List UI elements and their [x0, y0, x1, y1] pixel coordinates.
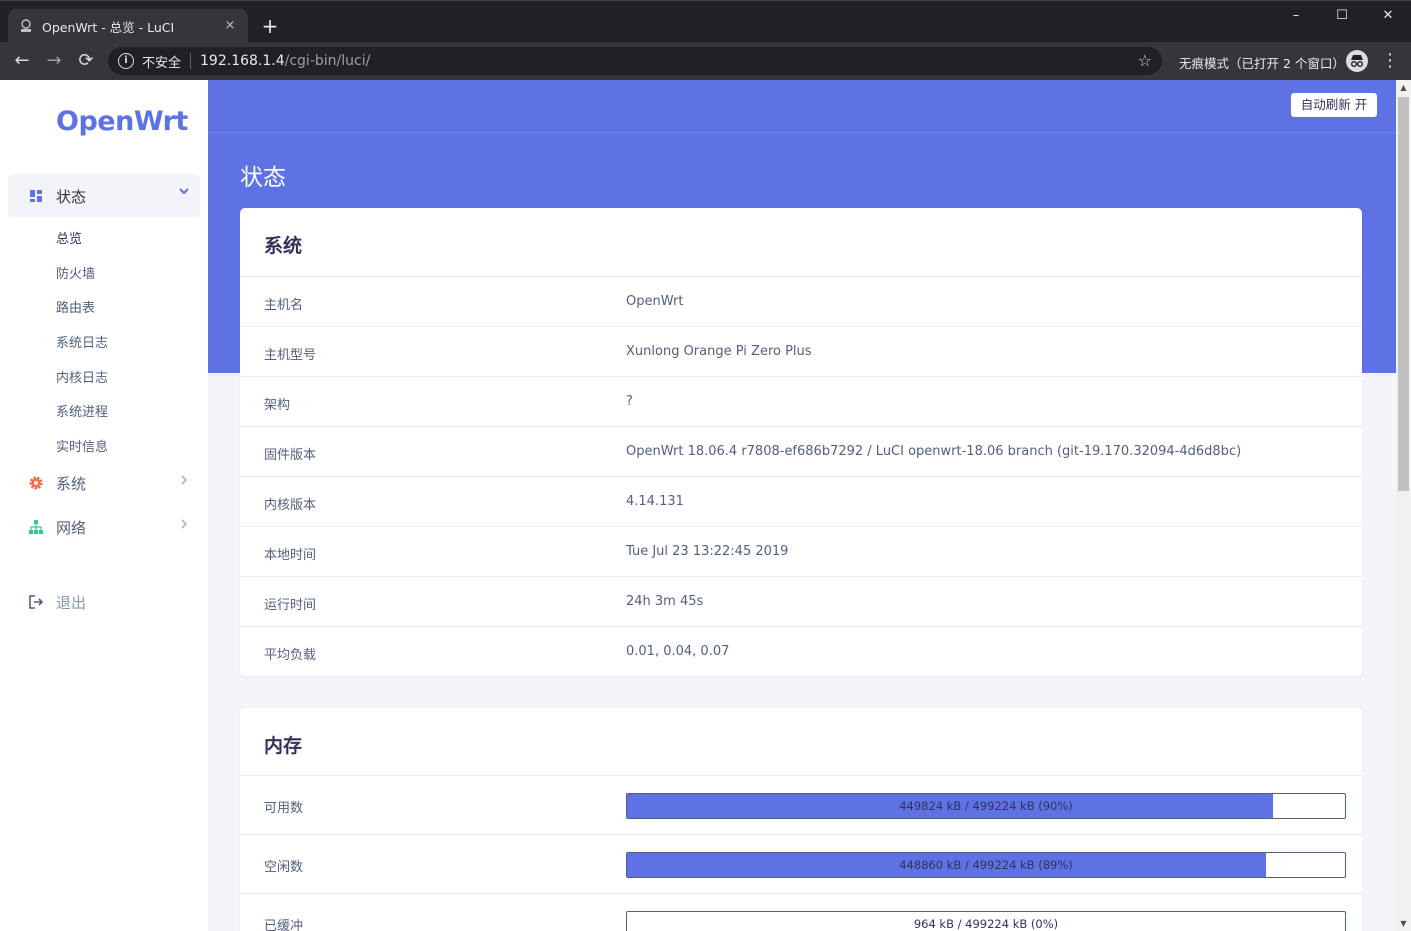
- table-row: 主机型号 Xunlong Orange Pi Zero Plus: [240, 326, 1362, 376]
- row-label: 内核版本: [264, 498, 317, 513]
- progress-label: 448860 kB / 499224 kB (89%): [899, 858, 1073, 872]
- row-label: 本地时间: [264, 548, 317, 563]
- memory-card: 内存 可用数 449824 kB / 499224 kB (90%) 空闲数 4…: [240, 708, 1362, 931]
- address-bar[interactable]: i 不安全 192.168.1.4 /cgi-bin/luci/ ☆: [108, 47, 1162, 75]
- network-icon: [28, 519, 44, 535]
- incognito-icon[interactable]: [1346, 50, 1368, 72]
- insecure-label[interactable]: 不安全: [142, 52, 181, 71]
- minimize-button[interactable]: –: [1273, 5, 1319, 27]
- table-row: 运行时间 24h 3m 45s: [240, 576, 1362, 626]
- row-value: Xunlong Orange Pi Zero Plus: [626, 344, 812, 359]
- table-row: 固件版本 OpenWrt 18.06.4 r7808-ef686b7292 / …: [240, 426, 1362, 476]
- sidebar-item-network[interactable]: 网络: [8, 507, 200, 547]
- new-tab-button[interactable]: +: [258, 14, 282, 38]
- system-card: 系统 主机名 OpenWrt 主机型号 Xunlong Orange Pi Ze…: [240, 208, 1362, 676]
- star-icon[interactable]: ☆: [1138, 51, 1152, 70]
- table-row: 平均负载 0.01, 0.04, 0.07: [240, 626, 1362, 676]
- chevron-right-icon: [178, 518, 190, 534]
- table-row: 本地时间 Tue Jul 23 13:22:45 2019: [240, 526, 1362, 576]
- row-label: 运行时间: [264, 598, 317, 613]
- row-label: 架构: [264, 398, 291, 413]
- tab-title: OpenWrt - 总览 - LuCI: [42, 19, 175, 35]
- incognito-label[interactable]: 无痕模式（已打开 2 个窗口）: [1179, 53, 1345, 72]
- logout-label: 退出: [56, 594, 87, 612]
- browser-titlebar: OpenWrt - 总览 - LuCI × + – ☐ ✕: [0, 0, 1411, 43]
- sidebar-subitem-firewall[interactable]: 防火墙: [56, 263, 95, 282]
- url-path: /cgi-bin/luci/: [284, 53, 371, 69]
- row-label: 平均负载: [264, 648, 317, 663]
- logout-icon: [28, 594, 44, 610]
- row-value: OpenWrt 18.06.4 r7808-ef686b7292 / LuCI …: [626, 444, 1242, 459]
- sidebar-item-label: 系统: [56, 475, 87, 493]
- menu-icon[interactable]: ⋮: [1380, 49, 1400, 73]
- progress-label: 449824 kB / 499224 kB (90%): [899, 799, 1073, 813]
- memory-progress-bar: 449824 kB / 499224 kB (90%): [626, 793, 1346, 819]
- sidebar: OpenWrt 状态 总览 防火墙 路由表 系统日志 内核日志 系统进程 实时信…: [0, 80, 208, 931]
- table-row: 空闲数 448860 kB / 499224 kB (89%): [240, 834, 1362, 893]
- sidebar-item-status[interactable]: 状态: [8, 174, 200, 217]
- openwrt-logo[interactable]: OpenWrt: [56, 106, 188, 137]
- chevron-down-icon: [178, 185, 190, 201]
- url-host: 192.168.1.4: [200, 53, 285, 69]
- gear-icon: [28, 475, 44, 491]
- table-row: 架构 ?: [240, 376, 1362, 426]
- sidebar-subitem-overview[interactable]: 总览: [56, 228, 82, 247]
- sidebar-subitem-processes[interactable]: 系统进程: [56, 401, 108, 420]
- table-row: 主机名 OpenWrt: [240, 276, 1362, 326]
- row-label: 已缓冲: [264, 919, 304, 931]
- sidebar-subitem-kernel-log[interactable]: 内核日志: [56, 367, 108, 386]
- memory-card-title: 内存: [264, 735, 303, 757]
- row-label: 固件版本: [264, 448, 317, 463]
- info-icon[interactable]: i: [118, 53, 134, 69]
- sidebar-item-logout[interactable]: 退出: [8, 582, 200, 622]
- sidebar-item-system[interactable]: 系统: [8, 463, 200, 503]
- memory-progress-bar: 448860 kB / 499224 kB (89%): [626, 852, 1346, 878]
- row-value: 4.14.131: [626, 494, 684, 509]
- maximize-button[interactable]: ☐: [1319, 5, 1365, 27]
- browser-toolbar: ← → ⟳ i 不安全 192.168.1.4 /cgi-bin/luci/ ☆…: [0, 42, 1411, 80]
- chevron-right-icon: [178, 474, 190, 490]
- auto-refresh-button[interactable]: 自动刷新 开: [1291, 93, 1377, 117]
- forward-button[interactable]: →: [42, 49, 66, 73]
- scrollbar-thumb[interactable]: [1398, 97, 1409, 491]
- sidebar-subitem-syslog[interactable]: 系统日志: [56, 332, 108, 351]
- browser-tab[interactable]: OpenWrt - 总览 - LuCI ×: [8, 9, 248, 43]
- sidebar-subitem-realtime[interactable]: 实时信息: [56, 436, 108, 455]
- back-button[interactable]: ←: [10, 49, 34, 73]
- row-label: 主机名: [264, 298, 304, 313]
- table-row: 已缓冲 964 kB / 499224 kB (0%): [240, 893, 1362, 931]
- scroll-down-arrow-icon[interactable]: ▼: [1396, 916, 1411, 931]
- sidebar-item-label: 网络: [56, 519, 87, 537]
- row-label: 空闲数: [264, 860, 304, 875]
- row-label: 可用数: [264, 801, 304, 816]
- row-value: OpenWrt: [626, 294, 684, 309]
- row-label: 主机型号: [264, 348, 317, 363]
- row-value: Tue Jul 23 13:22:45 2019: [626, 544, 789, 559]
- tab-close-icon[interactable]: ×: [222, 18, 238, 34]
- header-divider: [208, 132, 1396, 133]
- page-scrollbar[interactable]: ▲ ▼: [1396, 80, 1411, 931]
- sidebar-item-label: 状态: [56, 188, 87, 206]
- system-card-title: 系统: [264, 235, 303, 257]
- scroll-up-arrow-icon[interactable]: ▲: [1396, 80, 1411, 95]
- address-separator: [190, 53, 192, 69]
- table-row: 可用数 449824 kB / 499224 kB (90%): [240, 775, 1362, 834]
- dashboard-icon: [28, 188, 44, 204]
- row-value: 0.01, 0.04, 0.07: [626, 644, 730, 659]
- close-window-button[interactable]: ✕: [1365, 5, 1411, 27]
- page-title: 状态: [240, 165, 286, 191]
- memory-progress-bar: 964 kB / 499224 kB (0%): [626, 911, 1346, 931]
- sidebar-subitem-routes[interactable]: 路由表: [56, 297, 95, 316]
- incognito-favicon-icon: [18, 18, 34, 34]
- table-row: 内核版本 4.14.131: [240, 476, 1362, 526]
- row-value: 24h 3m 45s: [626, 594, 704, 609]
- reload-button[interactable]: ⟳: [74, 49, 98, 73]
- progress-label: 964 kB / 499224 kB (0%): [913, 917, 1059, 931]
- row-value: ?: [626, 394, 633, 409]
